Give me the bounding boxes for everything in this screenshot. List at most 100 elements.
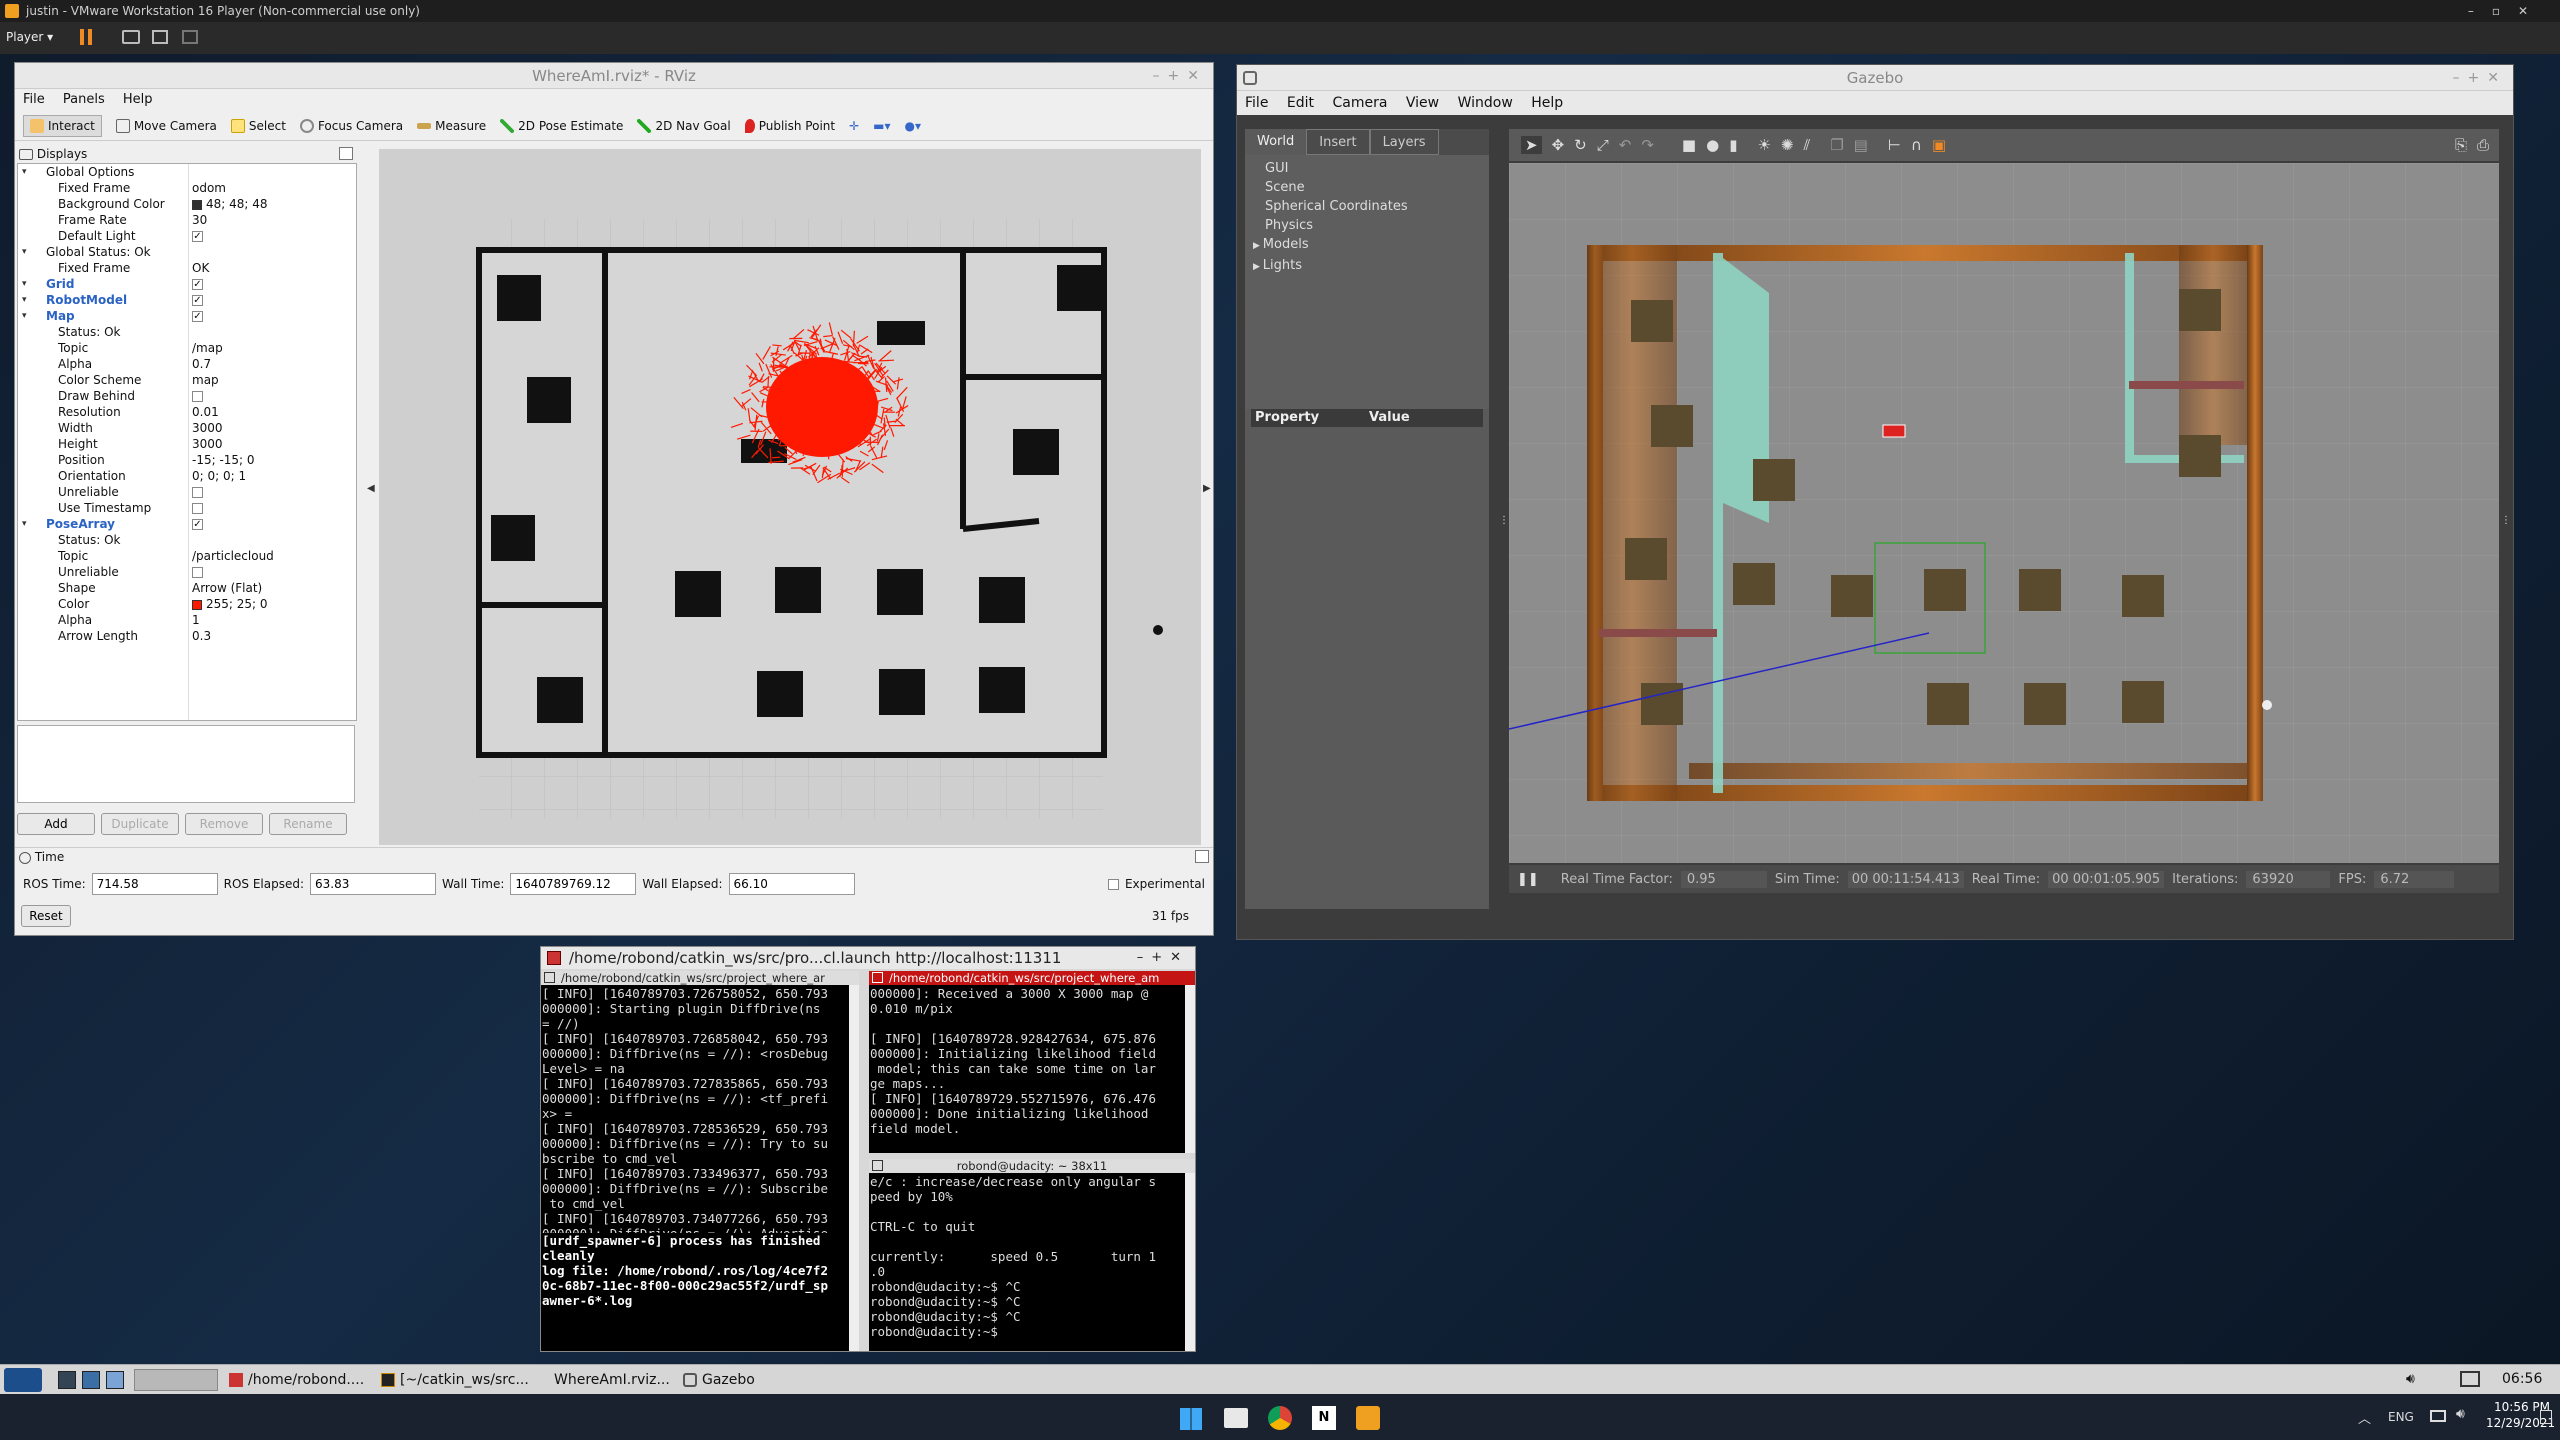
quicklaunch-filemanager-icon[interactable] — [82, 1371, 100, 1389]
gz-menu-edit[interactable]: Edit — [1287, 95, 1314, 111]
property-row[interactable]: Map ▾ ✓ — [18, 308, 356, 324]
property-checkbox[interactable]: ✓ — [192, 519, 203, 530]
tree-scene[interactable]: Scene — [1265, 178, 1489, 197]
property-value[interactable]: 1 — [192, 612, 200, 628]
terminal-pane-right-top[interactable]: /home/robond/catkin_ws/src/project_where… — [869, 971, 1195, 1153]
displays-float-icon[interactable] — [339, 147, 353, 160]
gazebo-3d-viewport[interactable] — [1509, 163, 2499, 863]
property-row[interactable]: Height 3000 — [18, 436, 356, 452]
tool-publish-point[interactable]: Publish Point — [744, 118, 835, 133]
property-row[interactable]: RobotModel ▾ ✓ — [18, 292, 356, 308]
property-value[interactable]: /particlecloud — [192, 548, 274, 564]
right-bottom-scrollbar[interactable] — [1185, 1173, 1195, 1351]
tool-2d-nav-goal[interactable]: 2D Nav Goal — [637, 118, 731, 133]
property-value[interactable]: ✓ — [192, 516, 203, 532]
expand-arrow-icon[interactable]: ▾ — [22, 308, 27, 324]
property-value[interactable]: 3000 — [192, 436, 223, 452]
property-value[interactable]: 30 — [192, 212, 207, 228]
property-row[interactable]: Status: Ok — [18, 532, 356, 548]
expand-arrow-icon[interactable]: ▾ — [22, 292, 27, 308]
property-row[interactable]: Global Status: Ok ▾ — [18, 244, 356, 260]
tree-spherical-coordinates[interactable]: Spherical Coordinates — [1265, 197, 1489, 216]
align-icon[interactable]: ⊢ — [1888, 136, 1901, 154]
expand-arrow-icon[interactable]: ▾ — [22, 244, 27, 260]
translate-mode-icon[interactable]: ✥ — [1552, 136, 1565, 154]
chrome-icon[interactable] — [1268, 1406, 1292, 1430]
box-shape-icon[interactable]: ■ — [1682, 136, 1696, 154]
property-row[interactable]: Fixed Frame odom — [18, 180, 356, 196]
notion-icon[interactable]: N — [1312, 1406, 1336, 1430]
property-value[interactable]: ✓ — [192, 308, 203, 324]
property-row[interactable]: Color Scheme map — [18, 372, 356, 388]
property-value[interactable]: OK — [192, 260, 209, 276]
unity-icon[interactable] — [182, 30, 198, 44]
property-row[interactable]: Arrow Length 0.3 — [18, 628, 356, 644]
start-menu-icon[interactable] — [4, 1368, 42, 1392]
property-value[interactable]: ✓ — [192, 228, 203, 244]
property-row[interactable]: Global Options ▾ — [18, 164, 356, 180]
window-controls[interactable]: –▫✕ — [2468, 0, 2546, 22]
property-checkbox[interactable] — [192, 487, 203, 498]
right-collapse-handle[interactable]: ▶ — [1203, 483, 1211, 494]
redo-icon[interactable]: ↷ — [1641, 136, 1654, 154]
expand-arrow-icon[interactable]: ▾ — [22, 276, 27, 292]
property-row[interactable]: Use Timestamp — [18, 500, 356, 516]
menu-panels[interactable]: Panels — [63, 92, 105, 107]
property-checkbox[interactable] — [192, 391, 203, 402]
property-value[interactable]: 0.7 — [192, 356, 211, 372]
property-value[interactable]: /map — [192, 340, 223, 356]
property-value[interactable]: 0; 0; 0; 1 — [192, 468, 246, 484]
terminal-window-controls[interactable]: –+✕ — [1137, 947, 1189, 969]
tool-move-camera[interactable]: Move Camera — [115, 118, 217, 133]
taskbar-item-catkin[interactable]: [~/catkin_ws/src... — [378, 1369, 528, 1391]
directional-light-icon[interactable]: ⫽ — [1803, 136, 1810, 154]
reset-button[interactable]: Reset — [21, 905, 71, 927]
experimental-checkbox[interactable] — [1107, 878, 1119, 890]
taskbar-item-gazebo[interactable]: Gazebo — [680, 1369, 800, 1391]
network-icon[interactable] — [2460, 1371, 2480, 1387]
property-row[interactable]: Width 3000 — [18, 420, 356, 436]
host-volume-icon[interactable]: 🔊︎ — [2456, 1406, 2465, 1422]
gz-menu-window[interactable]: Window — [1458, 95, 1513, 111]
cylinder-shape-icon[interactable]: ▮ — [1729, 136, 1737, 154]
scale-mode-icon[interactable]: ⤢ — [1597, 136, 1609, 154]
sphere-shape-icon[interactable]: ● — [1706, 136, 1719, 154]
property-checkbox[interactable] — [192, 503, 203, 514]
undo-icon[interactable]: ↶ — [1619, 136, 1632, 154]
property-row[interactable]: Unreliable — [18, 564, 356, 580]
gazebo-panel-splitter[interactable]: ⋮ — [1499, 515, 1509, 526]
view-options-button[interactable]: ●▾ — [905, 119, 922, 133]
select-mode-icon[interactable]: ➤ — [1521, 136, 1542, 154]
wall-time-field[interactable] — [510, 873, 637, 895]
taskbar-item-rviz[interactable]: WhereAmI.rviz... — [536, 1369, 672, 1391]
rotate-mode-icon[interactable]: ↻ — [1574, 136, 1587, 154]
property-row[interactable]: Status: Ok — [18, 324, 356, 340]
property-value[interactable]: odom — [192, 180, 226, 196]
rename-display-button[interactable]: Rename — [269, 813, 347, 835]
property-row[interactable]: Topic/map — [18, 340, 356, 356]
vmware-taskbar-icon[interactable] — [1356, 1406, 1380, 1430]
tab-layers[interactable]: Layers — [1369, 129, 1439, 155]
property-value[interactable]: ✓ — [192, 276, 203, 292]
tree-physics[interactable]: Physics — [1265, 216, 1489, 235]
property-row[interactable]: Shape Arrow (Flat) — [18, 580, 356, 596]
wall-elapsed-field[interactable] — [728, 873, 855, 895]
gazebo-window-controls[interactable]: –+✕ — [2453, 65, 2507, 91]
remove-tool-button[interactable]: ▬▾ — [873, 119, 890, 133]
property-row[interactable]: Resolution 0.01 — [18, 404, 356, 420]
property-checkbox[interactable]: ✓ — [192, 279, 203, 290]
terminal-pane-left[interactable]: /home/robond/catkin_ws/src/project_where… — [541, 971, 859, 1351]
time-float-icon[interactable] — [1195, 850, 1209, 863]
tool-measure[interactable]: Measure — [417, 119, 486, 133]
change-view-icon[interactable]: ▣ — [1932, 136, 1946, 154]
expand-arrow-icon[interactable]: ▾ — [22, 516, 27, 532]
right-top-scrollbar[interactable] — [1185, 985, 1195, 1153]
ros-elapsed-field[interactable] — [310, 873, 437, 895]
remove-display-button[interactable]: Remove — [185, 813, 263, 835]
property-row[interactable]: Unreliable — [18, 484, 356, 500]
rviz-3d-viewport[interactable] — [379, 149, 1201, 845]
tray-overflow-icon[interactable]: ︿ — [2358, 1408, 2371, 1427]
property-value[interactable]: 0.3 — [192, 628, 211, 644]
log-icon[interactable]: ⎙ — [2477, 136, 2489, 154]
quicklaunch-browser-icon[interactable] — [106, 1371, 124, 1389]
